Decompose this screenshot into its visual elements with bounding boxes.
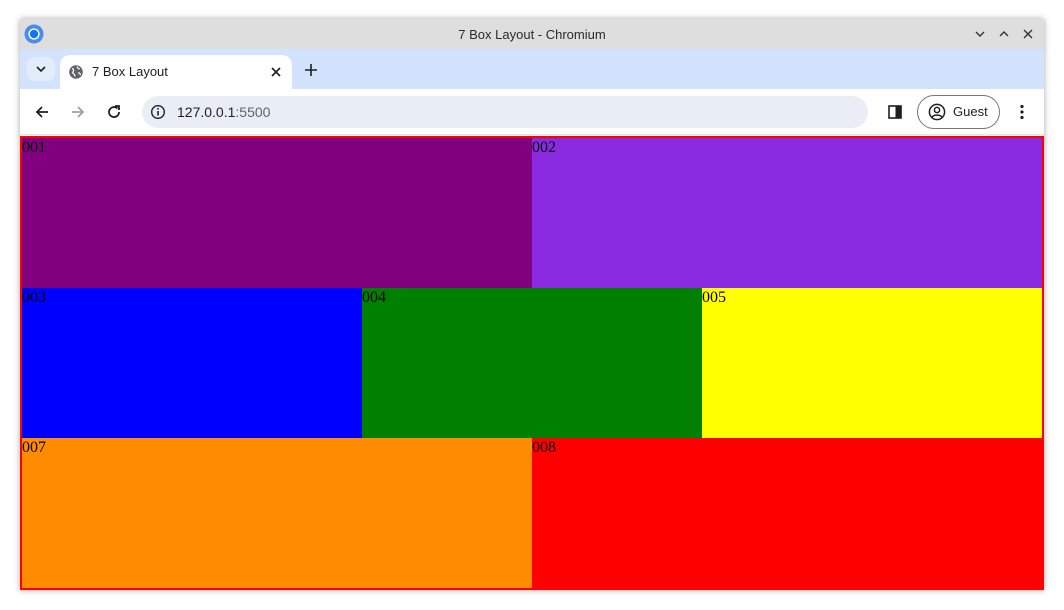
globe-icon (68, 64, 84, 80)
tab-active[interactable]: 7 Box Layout (60, 55, 292, 89)
tab-search-icon[interactable] (27, 57, 55, 81)
box-004: 004 (362, 288, 702, 438)
browser-window: 7 Box Layout - Chromium 7 Box Layout 127… (20, 19, 1044, 590)
box-002: 002 (532, 138, 1042, 288)
tab-title: 7 Box Layout (92, 64, 168, 79)
reload-icon[interactable] (104, 102, 124, 122)
info-icon[interactable] (150, 104, 166, 120)
box-001: 001 (22, 138, 532, 288)
box-005: 005 (702, 288, 1042, 438)
side-panel-icon[interactable] (885, 102, 905, 122)
box-label: 004 (362, 289, 386, 306)
window-title: 7 Box Layout - Chromium (458, 26, 606, 42)
box-grid: 001 002 003 004 005 007 008 (22, 138, 1042, 588)
new-tab-icon[interactable] (302, 61, 320, 79)
guest-label: Guest (953, 104, 988, 119)
toolbar: 127.0.0.1:5500 Guest (20, 89, 1044, 135)
box-label: 002 (532, 139, 556, 156)
box-label: 003 (22, 289, 46, 306)
url-text: 127.0.0.1:5500 (177, 104, 270, 120)
forward-icon[interactable] (68, 102, 88, 122)
box-003: 003 (22, 288, 362, 438)
box-007: 007 (22, 438, 532, 588)
box-label: 005 (702, 289, 726, 306)
account-icon (928, 103, 946, 121)
url-host: 127.0.0.1 (177, 104, 236, 120)
minimize-icon[interactable] (970, 24, 990, 44)
page-content: 001 002 003 004 005 007 008 (20, 136, 1044, 590)
menu-icon[interactable] (1012, 102, 1032, 122)
box-label: 007 (22, 439, 46, 456)
box-008: 008 (532, 438, 1042, 588)
box-label: 001 (22, 139, 46, 156)
tab-strip: 7 Box Layout (20, 49, 1044, 89)
title-bar: 7 Box Layout - Chromium (20, 19, 1044, 49)
chromium-icon (24, 24, 44, 44)
tab-close-icon[interactable] (268, 64, 284, 80)
profile-button[interactable]: Guest (917, 95, 1000, 129)
maximize-icon[interactable] (994, 24, 1014, 44)
back-icon[interactable] (32, 102, 52, 122)
close-icon[interactable] (1018, 24, 1038, 44)
window-controls (970, 19, 1038, 49)
box-label: 008 (532, 439, 556, 456)
address-bar[interactable]: 127.0.0.1:5500 (142, 96, 868, 128)
url-port: :5500 (235, 104, 271, 120)
